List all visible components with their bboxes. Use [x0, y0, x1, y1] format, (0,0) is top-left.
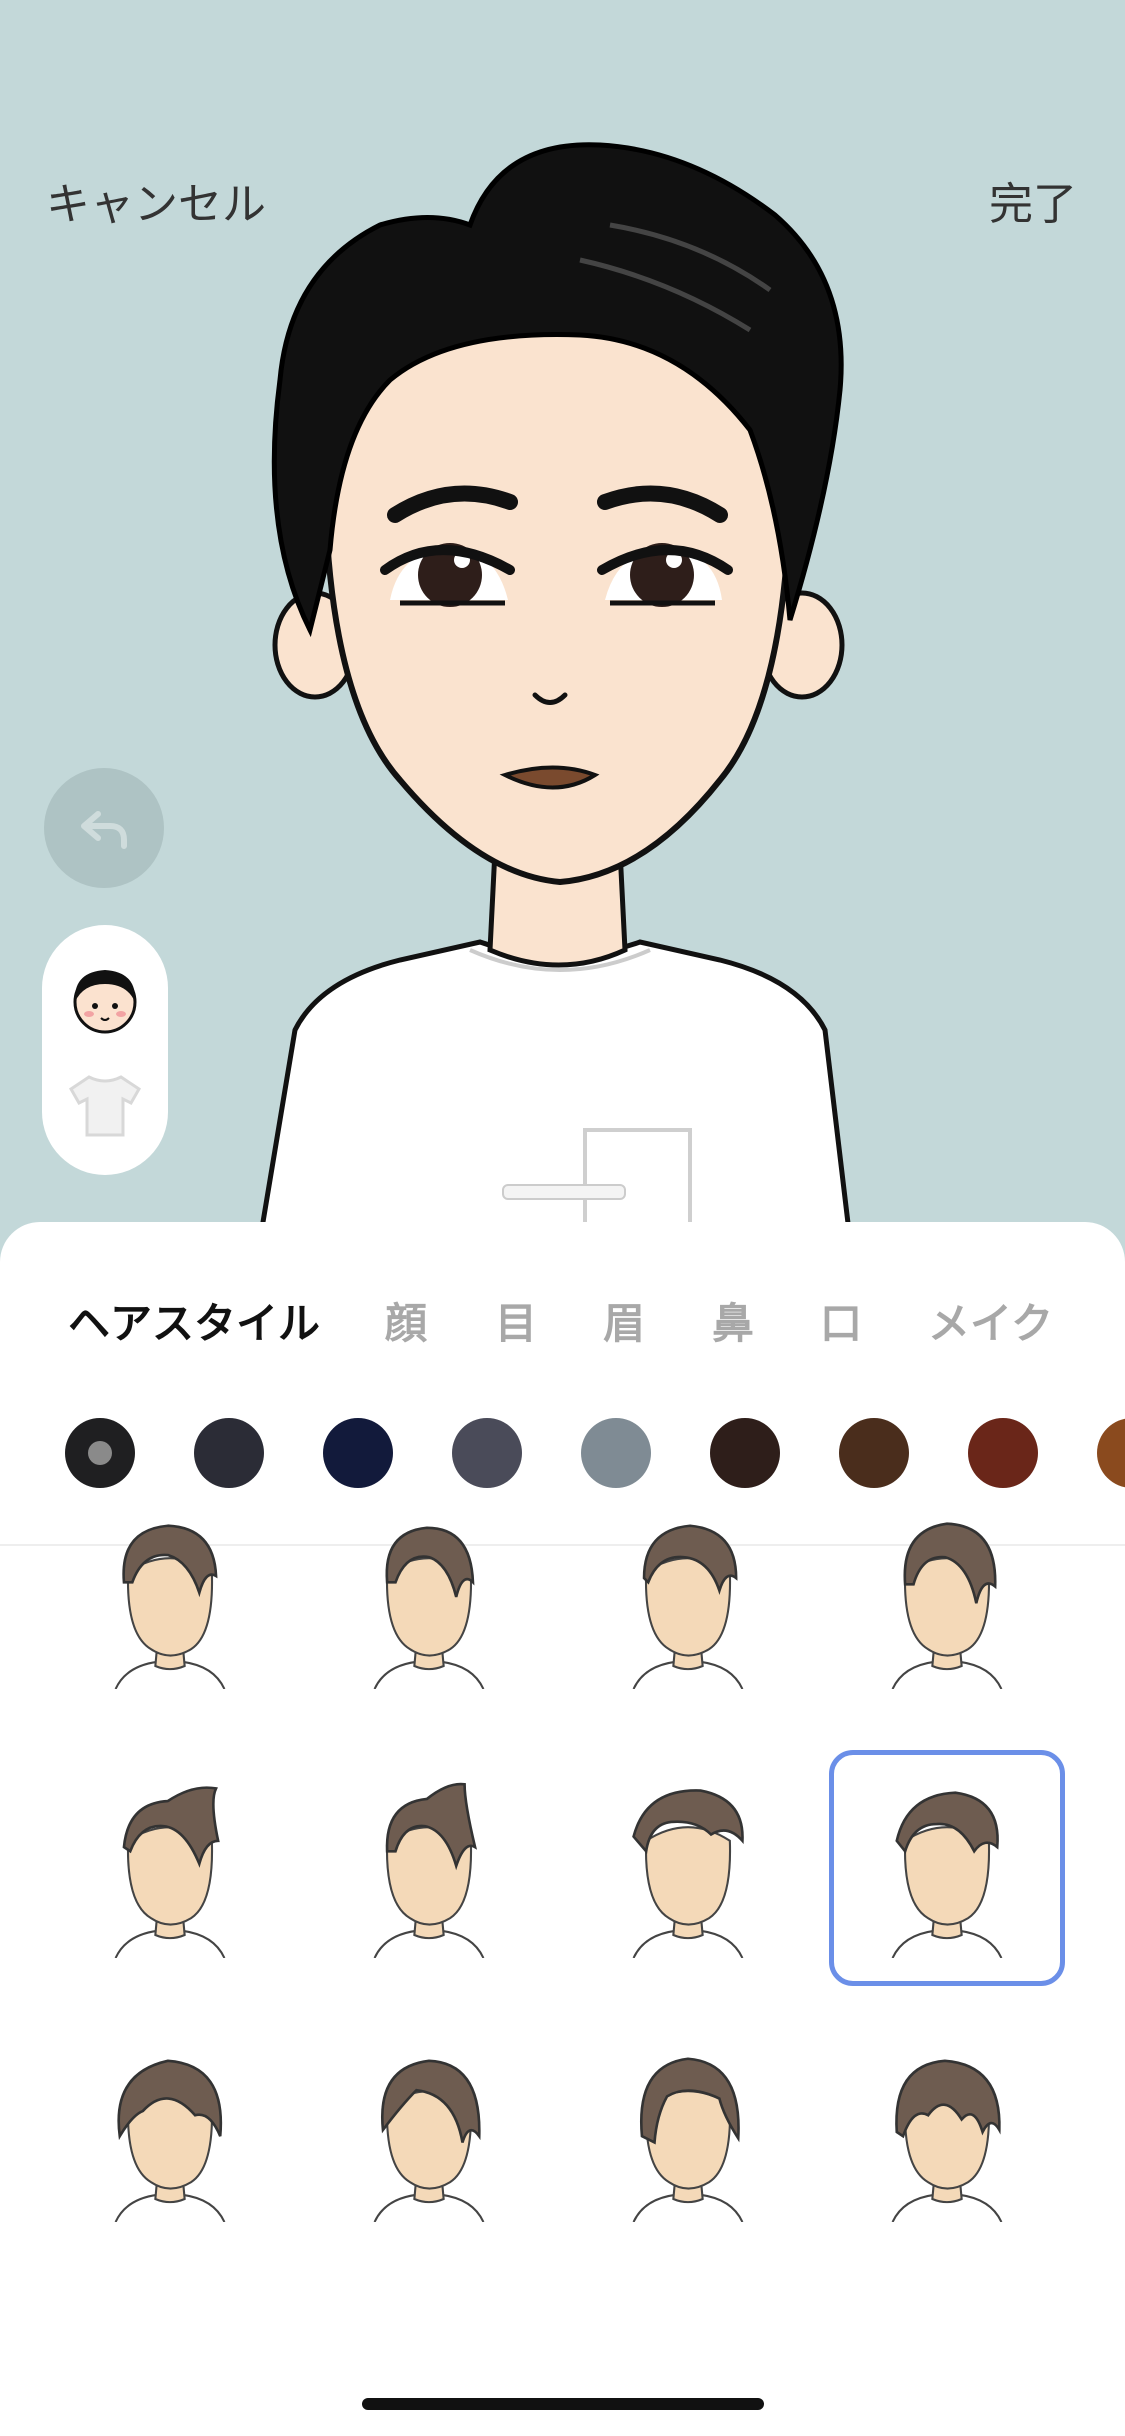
sheet-drag-handle[interactable] [502, 1184, 626, 1200]
tab-eyebrows[interactable]: 眉 [603, 1290, 645, 1351]
undo-arrow-icon [81, 811, 127, 849]
home-indicator [362, 2398, 764, 2410]
hairstyle-thumbnail-icon [632, 1524, 744, 1689]
avatar-preview: キャンセル 完了 [0, 0, 1125, 1240]
hairstyle-option[interactable] [311, 2014, 547, 2250]
hairstyle-option[interactable] [311, 1481, 547, 1717]
hairstyle-option[interactable] [52, 2014, 288, 2250]
category-switcher [42, 925, 168, 1175]
avatar-figure [257, 142, 853, 1240]
feature-tabs: ヘアスタイル 顔 目 眉 鼻 口 メイク [0, 1290, 1125, 1350]
hairstyle-thumbnail-icon [373, 2059, 485, 2222]
hairstyle-option[interactable] [570, 2014, 806, 2250]
done-button[interactable]: 完了 [989, 168, 1077, 232]
hairstyle-thumbnail-icon [373, 1782, 485, 1958]
hairstyle-thumbnail-icon [632, 1789, 744, 1958]
clothing-category-button[interactable] [65, 1065, 145, 1145]
hairstyle-thumbnail-icon [891, 2059, 1003, 2222]
hairstyle-option[interactable] [52, 1481, 288, 1717]
face-icon [73, 970, 137, 1034]
hair-color-swatch[interactable] [968, 1418, 1038, 1488]
hairstyle-option[interactable] [829, 1481, 1065, 1717]
face-category-button[interactable] [65, 960, 145, 1040]
shirt-icon [69, 1075, 141, 1137]
hairstyle-option[interactable] [570, 1750, 806, 1986]
tab-nose[interactable]: 鼻 [712, 1290, 754, 1351]
hairstyle-thumbnail-icon [891, 1522, 1003, 1689]
hairstyle-thumbnail-icon [114, 2059, 226, 2222]
hairstyle-thumbnail-icon [114, 1524, 226, 1689]
hairstyle-option[interactable] [570, 1481, 806, 1717]
tab-face[interactable]: 顔 [385, 1290, 427, 1351]
hairstyle-option[interactable] [829, 2014, 1065, 2250]
hair-color-swatch[interactable] [710, 1418, 780, 1488]
tab-hairstyle[interactable]: ヘアスタイル [68, 1290, 320, 1351]
tab-makeup[interactable]: メイク [928, 1290, 1053, 1351]
hairstyle-thumbnail-icon [373, 1526, 485, 1689]
hairstyle-thumbnail-icon [891, 1791, 1003, 1958]
hairstyle-thumbnail-icon [632, 2057, 744, 2222]
hair-color-swatch[interactable] [194, 1418, 264, 1488]
hair-color-swatch[interactable] [839, 1418, 909, 1488]
hairstyle-option[interactable] [311, 1750, 547, 1986]
hairstyle-option[interactable] [829, 1750, 1065, 1986]
hair-color-swatch[interactable] [323, 1418, 393, 1488]
hair-color-swatch[interactable] [65, 1418, 135, 1488]
hairstyle-option[interactable] [52, 1750, 288, 1986]
hairstyle-thumbnail-icon [114, 1786, 226, 1958]
tab-mouth[interactable]: 口 [820, 1290, 862, 1351]
tab-eyes[interactable]: 目 [495, 1290, 537, 1351]
editor-sheet: ヘアスタイル 顔 目 眉 鼻 口 メイク [0, 1222, 1125, 2436]
hair-color-swatch[interactable] [581, 1418, 651, 1488]
hair-color-swatch[interactable] [452, 1418, 522, 1488]
undo-button[interactable] [44, 768, 164, 888]
cancel-button[interactable]: キャンセル [46, 168, 266, 232]
hair-color-swatch[interactable] [1097, 1418, 1125, 1488]
hairstyle-grid [0, 1522, 1125, 2436]
